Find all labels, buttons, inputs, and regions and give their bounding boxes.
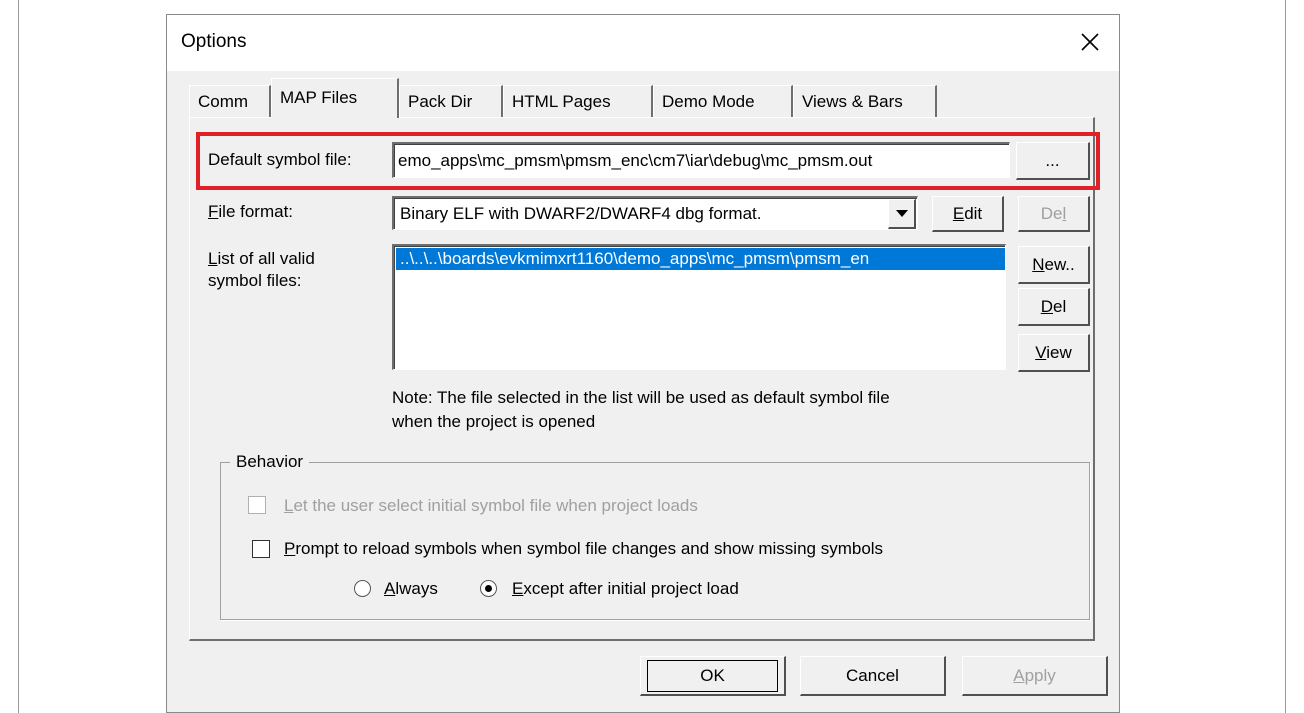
tab-label: Views & Bars bbox=[802, 91, 903, 111]
always-radio[interactable] bbox=[354, 580, 371, 597]
view-symbol-label: View bbox=[1035, 342, 1072, 362]
title-bar: Options bbox=[167, 15, 1119, 71]
close-icon bbox=[1081, 33, 1099, 51]
ok-button[interactable]: OK bbox=[640, 656, 786, 696]
del-format-button[interactable]: Del bbox=[1018, 196, 1090, 232]
list-item[interactable]: ..\..\..\boards\evkmimxrt1160\demo_apps\… bbox=[396, 248, 1005, 270]
prompt-reload-checkbox[interactable] bbox=[252, 540, 270, 558]
browse-button[interactable]: ... bbox=[1016, 142, 1090, 180]
cancel-button[interactable]: Cancel bbox=[800, 656, 946, 696]
tab-map-files[interactable]: MAP Files bbox=[271, 78, 399, 118]
default-symbol-label: Default symbol file: bbox=[208, 150, 352, 169]
close-button[interactable] bbox=[1071, 23, 1109, 61]
let-user-select-checkbox[interactable] bbox=[248, 496, 266, 514]
default-symbol-value: emo_apps\mc_pmsm\pmsm_enc\cm7\iar\debug\… bbox=[398, 151, 873, 170]
view-symbol-button[interactable]: View bbox=[1018, 334, 1090, 372]
del-format-label: Del bbox=[1040, 203, 1067, 223]
file-format-value: Binary ELF with DWARF2/DWARF4 dbg format… bbox=[400, 204, 762, 223]
del-symbol-label: Del bbox=[1040, 296, 1067, 316]
note-text: Note: The file selected in the list will… bbox=[392, 388, 890, 431]
edit-format-label: Edit bbox=[952, 203, 983, 223]
del-symbol-button[interactable]: Del bbox=[1018, 288, 1090, 326]
tab-label: Pack Dir bbox=[408, 91, 473, 111]
symbol-files-label: List of all valid symbol files: bbox=[208, 249, 315, 290]
dialog-title: Options bbox=[181, 31, 247, 52]
tab-views-bars[interactable]: Views & Bars bbox=[793, 85, 937, 117]
file-format-label: File format: bbox=[208, 202, 294, 221]
always-label: Always bbox=[384, 579, 438, 598]
file-format-select[interactable]: Binary ELF with DWARF2/DWARF4 dbg format… bbox=[392, 196, 918, 230]
apply-label: Apply bbox=[1013, 665, 1056, 685]
tab-label: Demo Mode bbox=[662, 91, 755, 111]
tab-label: MAP Files bbox=[280, 88, 358, 107]
file-format-dropdown-button[interactable] bbox=[888, 199, 916, 229]
except-label: Except after initial project load bbox=[512, 579, 739, 598]
tab-label: HTML Pages bbox=[512, 91, 611, 111]
tab-demo-mode[interactable]: Demo Mode bbox=[653, 85, 793, 117]
symbol-files-list[interactable]: ..\..\..\boards\evkmimxrt1160\demo_apps\… bbox=[392, 244, 1006, 370]
edit-format-button[interactable]: Edit bbox=[932, 196, 1004, 232]
new-symbol-label: New.. bbox=[1032, 254, 1075, 274]
tab-comm[interactable]: Comm bbox=[189, 85, 271, 117]
tab-label: Comm bbox=[198, 91, 249, 111]
behavior-group-title: Behavior bbox=[230, 452, 310, 472]
ok-label: OK bbox=[647, 659, 778, 692]
apply-button[interactable]: Apply bbox=[962, 656, 1108, 696]
cancel-label: Cancel bbox=[846, 665, 899, 685]
tab-pack-dir[interactable]: Pack Dir bbox=[399, 85, 503, 117]
let-user-select-label: Let the user select initial symbol file … bbox=[284, 496, 698, 515]
tab-html-pages[interactable]: HTML Pages bbox=[503, 85, 653, 117]
default-symbol-input[interactable]: emo_apps\mc_pmsm\pmsm_enc\cm7\iar\debug\… bbox=[392, 142, 1010, 178]
chevron-down-icon bbox=[895, 210, 908, 217]
except-radio[interactable] bbox=[480, 580, 497, 597]
prompt-reload-label: Prompt to reload symbols when symbol fil… bbox=[284, 539, 884, 558]
new-symbol-button[interactable]: New.. bbox=[1018, 246, 1090, 284]
browse-label: ... bbox=[1045, 150, 1060, 170]
